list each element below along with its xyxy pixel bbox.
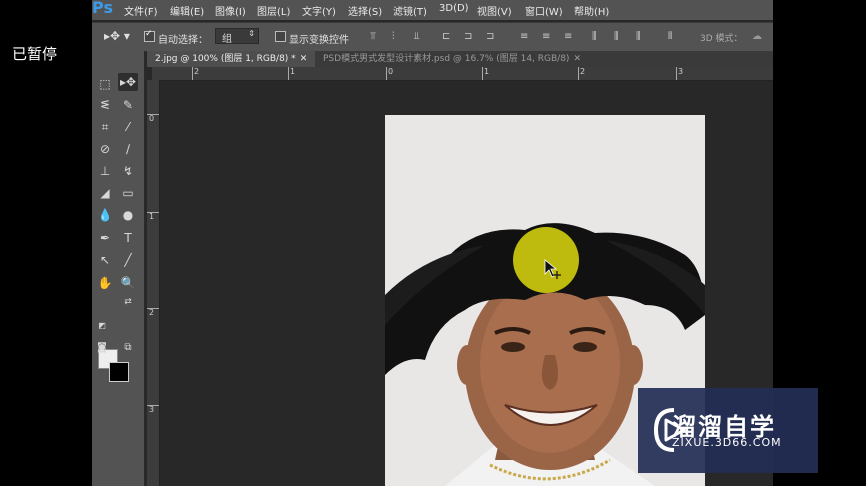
background-color-swatch[interactable]: [109, 362, 129, 382]
ruler-label: 0: [149, 114, 155, 123]
crop-tool-icon[interactable]: ⌗: [95, 118, 115, 136]
paused-label: 已暂停: [12, 45, 58, 63]
gradient-tool-icon[interactable]: ▭: [118, 184, 138, 202]
ruler-label: 2: [194, 67, 200, 76]
menu-bar: Ps 文件(F) 编辑(E) 图像(I) 图层(L) 文字(Y) 选择(S) 滤…: [92, 0, 773, 20]
ruler-tick: [676, 67, 677, 80]
dodge-tool-icon[interactable]: ●: [118, 206, 138, 224]
vertical-ruler: 0 1 2 3: [147, 80, 160, 486]
3d-mode-label: 3D 模式：: [700, 34, 743, 44]
menu-select[interactable]: 选择(S): [348, 3, 382, 18]
menu-filter[interactable]: 滤镜(T): [393, 3, 427, 18]
swap-colors-icon[interactable]: ⇄: [118, 293, 138, 311]
move-cursor-icon: [544, 259, 561, 279]
menu-type[interactable]: 文字(Y): [302, 3, 336, 18]
screen-mode-icon[interactable]: ⧉: [118, 339, 138, 357]
ruler-tick: [386, 67, 387, 80]
tab-2-jpg[interactable]: 2.jpg @ 100% (图层 1, RGB/8) * ✕: [147, 51, 316, 67]
menu-window[interactable]: 窗口(W): [525, 3, 563, 18]
horizontal-ruler: 2 1 0 1 2 3: [152, 67, 773, 81]
align-top-icon[interactable]: ⫪: [370, 31, 381, 42]
options-bar: ▸✥ ▾ 自动选择： 组 ⇕ 显示变换控件 ⫪ ⫶ ⫫ ⊏ ⊐ ⊐ ≡ ≡ ≡ …: [92, 22, 773, 52]
tab-psd[interactable]: PSD模式男式发型设计素材.psd @ 16.7% (图层 14, RGB/8)…: [317, 51, 587, 67]
3d-orbit-icon[interactable]: ☁: [752, 31, 763, 42]
default-colors-icon[interactable]: ◩: [92, 317, 112, 335]
auto-select-checkbox[interactable]: [144, 29, 155, 42]
align-hcenter-icon[interactable]: ⊐: [464, 31, 475, 42]
ruler-label: 1: [484, 67, 490, 76]
type-tool-icon[interactable]: T: [118, 229, 138, 247]
align-left-icon[interactable]: ⊏: [442, 31, 453, 42]
ruler-label: 0: [388, 67, 394, 76]
distribute-bottom-icon[interactable]: ≡: [564, 31, 575, 42]
ruler-label: 3: [149, 405, 155, 414]
ruler-tick: [147, 212, 159, 213]
history-brush-tool-icon[interactable]: ↯: [118, 162, 138, 180]
auto-select-value: 组: [222, 34, 232, 45]
quick-mask-icon[interactable]: ◙: [92, 339, 112, 357]
menu-file[interactable]: 文件(F): [124, 3, 158, 18]
ruler-tick: [147, 114, 159, 115]
menu-edit[interactable]: 编辑(E): [170, 3, 204, 18]
path-select-tool-icon[interactable]: ↖: [95, 251, 115, 269]
clone-stamp-tool-icon[interactable]: ⊥: [95, 162, 115, 180]
blur-tool-icon[interactable]: 💧: [95, 206, 115, 224]
ruler-label: 3: [678, 67, 684, 76]
distribute-right-icon[interactable]: ⫼: [636, 31, 647, 42]
auto-select-dropdown[interactable]: 组 ⇕: [215, 28, 259, 45]
align-right-icon[interactable]: ⊐: [486, 31, 497, 42]
ruler-label: 1: [149, 212, 155, 221]
align-vcenter-icon[interactable]: ⫶: [392, 31, 403, 42]
menu-help[interactable]: 帮助(H): [574, 3, 609, 18]
ruler-label: 1: [290, 67, 296, 76]
quick-select-tool-icon[interactable]: ✎: [118, 96, 138, 114]
move-tool-icon[interactable]: ▸✥: [118, 73, 138, 91]
show-transform-checkbox[interactable]: [275, 31, 286, 42]
ruler-tick: [192, 67, 193, 80]
ruler-tick: [288, 67, 289, 80]
menu-image[interactable]: 图像(I): [215, 3, 246, 18]
distribute-top-icon[interactable]: ≡: [520, 31, 531, 42]
tab-label: PSD模式男式发型设计素材.psd @ 16.7% (图层 14, RGB/8): [323, 54, 570, 64]
eraser-tool-icon[interactable]: ◢: [95, 184, 115, 202]
close-icon[interactable]: ✕: [573, 54, 581, 64]
brush-tool-icon[interactable]: ∕: [118, 140, 138, 158]
menu-view[interactable]: 视图(V): [477, 3, 512, 18]
healing-brush-tool-icon[interactable]: ⊘: [95, 140, 115, 158]
distribute-vcenter-icon[interactable]: ≡: [542, 31, 553, 42]
eyedropper-tool-icon[interactable]: ⁄: [118, 118, 138, 136]
ruler-tick: [147, 308, 159, 309]
document-tabs: 2.jpg @ 100% (图层 1, RGB/8) * ✕ PSD模式男式发型设…: [147, 51, 773, 67]
lasso-tool-icon[interactable]: ᓬ: [95, 96, 115, 114]
tab-label: 2.jpg @ 100% (图层 1, RGB/8) *: [155, 54, 296, 64]
move-tool-preset-icon[interactable]: ▸✥ ▾: [104, 29, 130, 43]
zoom-tool-icon[interactable]: 🔍: [118, 274, 138, 292]
pen-tool-icon[interactable]: ✒: [95, 229, 115, 247]
show-transform-label: 显示变换控件: [289, 35, 349, 46]
tools-panel: ⬚ ▸✥ ᓬ ✎ ⌗ ⁄ ⊘ ∕ ⊥ ↯ ◢ ▭ 💧 ● ✒ T ↖ ╱ ✋ 🔍…: [92, 51, 145, 486]
align-bottom-icon[interactable]: ⫫: [414, 31, 425, 42]
auto-select-label: 自动选择：: [158, 35, 208, 46]
ps-logo: Ps: [92, 0, 113, 17]
marquee-tool-icon[interactable]: ⬚: [95, 75, 115, 93]
distribute-left-icon[interactable]: ⫼: [592, 31, 603, 42]
line-tool-icon[interactable]: ╱: [118, 251, 138, 269]
hand-tool-icon[interactable]: ✋: [95, 274, 115, 292]
close-icon[interactable]: ✕: [300, 54, 308, 64]
watermark-subtitle: ZIXUE.3D66.COM: [672, 436, 782, 449]
ruler-tick: [482, 67, 483, 80]
ruler-label: 2: [580, 67, 586, 76]
ruler-label: 2: [149, 308, 155, 317]
distribute-hcenter-icon[interactable]: ⫼: [614, 31, 625, 42]
chevron-updown-icon: ⇕: [248, 29, 255, 38]
auto-align-icon[interactable]: ⫴: [668, 31, 679, 42]
ruler-tick: [578, 67, 579, 80]
ruler-tick: [147, 405, 159, 406]
menu-3d[interactable]: 3D(D): [439, 3, 469, 14]
menu-layer[interactable]: 图层(L): [257, 3, 290, 18]
